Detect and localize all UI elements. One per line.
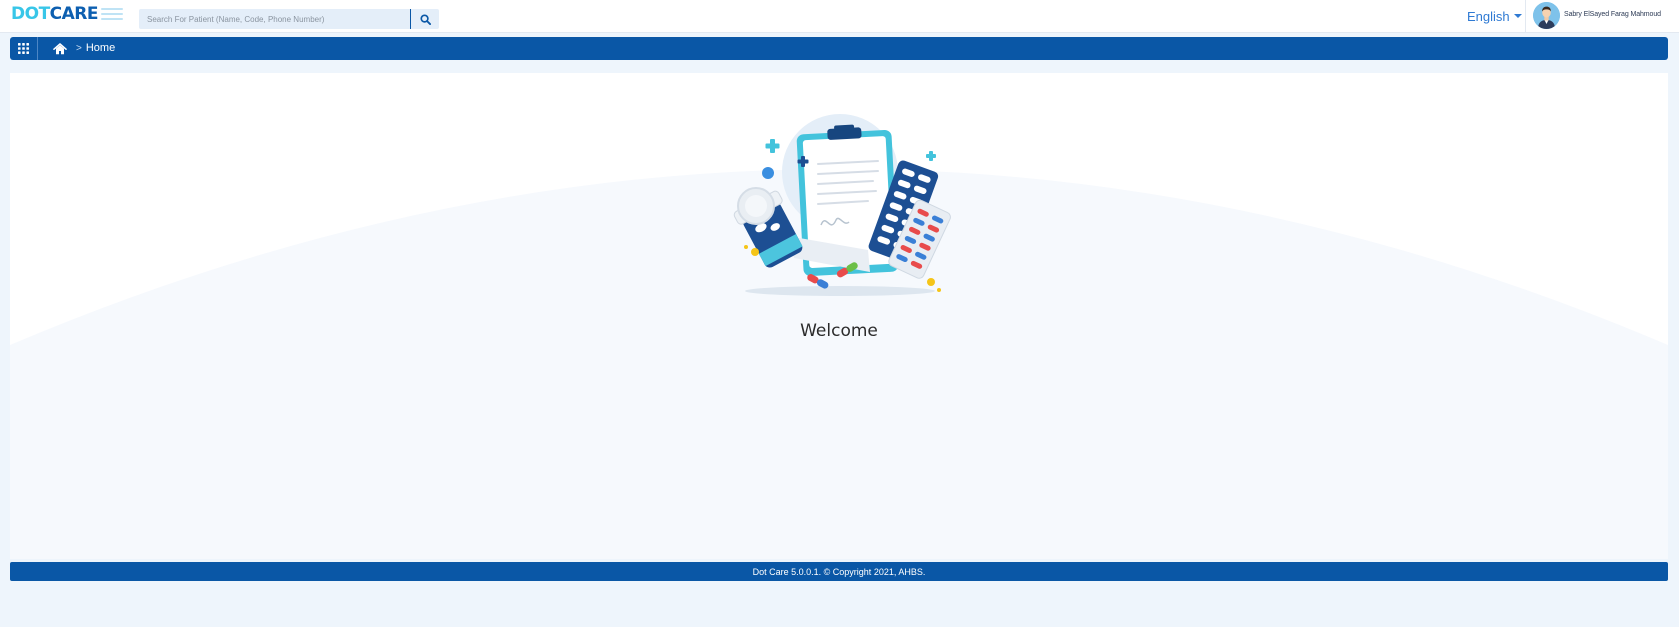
header-divider [1525, 0, 1526, 32]
breadcrumb-divider [37, 37, 38, 60]
medical-clipboard-pills-illustration [733, 114, 951, 296]
logo-text: DOTCARE [11, 4, 99, 24]
user-avatar-icon [1533, 2, 1560, 29]
patient-search-input[interactable] [139, 9, 410, 29]
dotcare-logo[interactable]: DOTCARE [11, 4, 124, 24]
avatar[interactable] [1533, 2, 1560, 29]
welcome-heading: Welcome [800, 321, 878, 341]
language-label: English [1467, 8, 1510, 24]
caret-down-icon [1513, 14, 1522, 18]
language-selector[interactable]: English [1467, 8, 1522, 24]
top-header: DOTCARE English Sabry ElSayed Farag Mahm… [0, 0, 1679, 33]
apps-menu-button[interactable] [10, 37, 37, 60]
home-icon[interactable] [53, 42, 67, 60]
search-button[interactable] [410, 9, 439, 29]
user-name[interactable]: Sabry ElSayed Farag Mahmoud [1564, 11, 1661, 18]
footer-copyright: Dot Care 5.0.0.1. © Copyright 2021, AHBS… [10, 562, 1668, 581]
breadcrumb-separator: > [76, 42, 82, 54]
breadcrumb-bar: > Home [10, 37, 1668, 60]
grid-icon [18, 43, 29, 54]
breadcrumb: > Home [76, 42, 115, 54]
patient-search [139, 9, 439, 29]
home-panel: Welcome [10, 73, 1668, 559]
logo-text-dot: DOT [11, 4, 50, 24]
logo-text-care: CARE [49, 4, 99, 24]
search-icon [419, 13, 431, 25]
breadcrumb-current: Home [85, 42, 116, 54]
logo-lines-icon [101, 8, 124, 20]
